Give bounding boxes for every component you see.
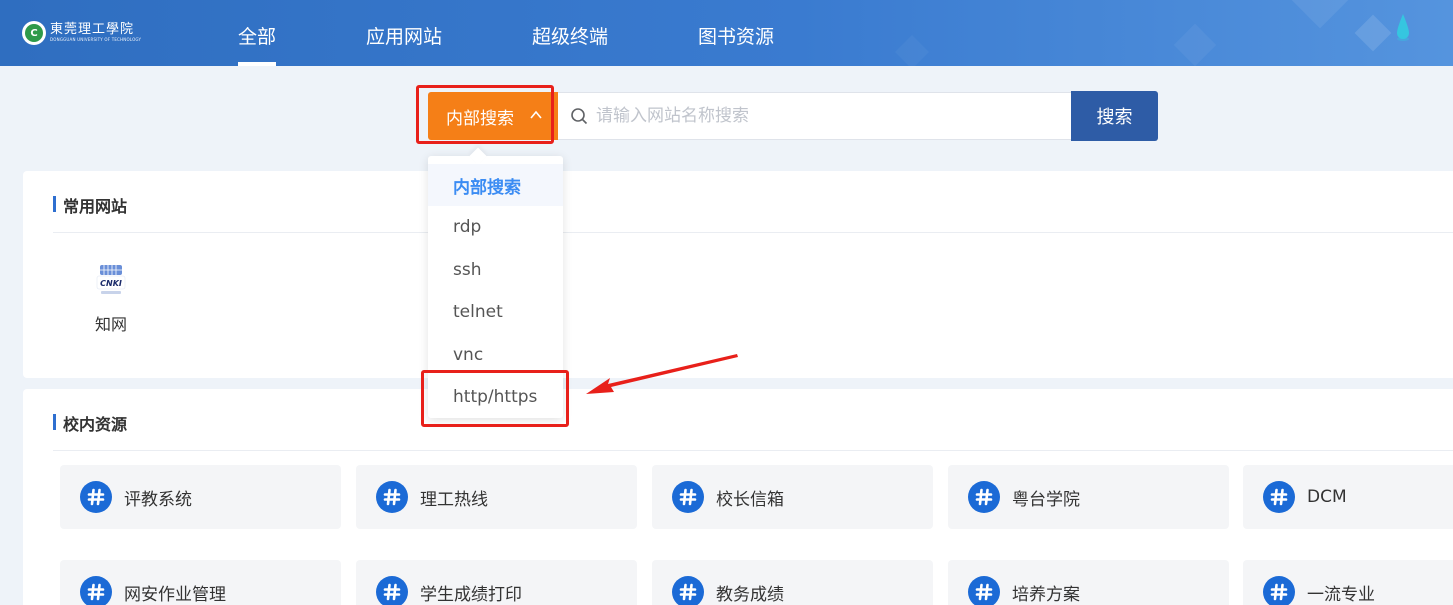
menu-item-http-https[interactable]: http/https bbox=[428, 376, 563, 418]
chevron-up-icon bbox=[530, 110, 542, 119]
top-header: C 東莞理工學院 DONGGUAN UNIVERSITY OF TECHNOLO… bbox=[0, 0, 1453, 66]
menu-item-internal-search[interactable]: 内部搜索 bbox=[428, 164, 563, 206]
hash-icon bbox=[968, 481, 1000, 513]
hash-icon bbox=[672, 576, 704, 605]
common-sites-panel: 常用网站 CNKI 知网 bbox=[23, 171, 1453, 378]
hash-icon bbox=[376, 481, 408, 513]
section-divider bbox=[53, 232, 1453, 233]
search-button[interactable]: 搜索 bbox=[1071, 91, 1158, 141]
cnki-icon: CNKI bbox=[96, 265, 126, 294]
resource-card[interactable]: 学生成绩打印 bbox=[356, 560, 637, 605]
site-item-cnki[interactable]: CNKI 知网 bbox=[91, 263, 131, 335]
cnki-icon-text: CNKI bbox=[100, 279, 122, 288]
header-decoration bbox=[895, 35, 929, 66]
menu-item-ssh[interactable]: ssh bbox=[428, 249, 563, 291]
hash-icon bbox=[968, 576, 1000, 605]
resource-label: 理工热线 bbox=[420, 489, 488, 510]
nav-tab-library[interactable]: 图书资源 bbox=[698, 22, 774, 66]
search-type-menu: 内部搜索 rdp ssh telnet vnc http/https bbox=[428, 147, 563, 418]
resource-card[interactable]: 校长信箱 bbox=[652, 465, 933, 529]
menu-item-telnet[interactable]: telnet bbox=[428, 291, 563, 333]
header-decoration bbox=[1291, 0, 1349, 29]
hash-icon bbox=[1263, 481, 1295, 513]
menu-item-vnc[interactable]: vnc bbox=[428, 334, 563, 376]
logo-en-text: DONGGUAN UNIVERSITY OF TECHNOLOGY bbox=[50, 37, 142, 42]
resource-label: 网安作业管理 bbox=[124, 584, 226, 605]
resource-card[interactable]: 教务成绩 bbox=[652, 560, 933, 605]
university-logo[interactable]: C 東莞理工學院 DONGGUAN UNIVERSITY OF TECHNOLO… bbox=[22, 18, 141, 48]
search-type-label: 内部搜索 bbox=[446, 108, 514, 129]
dropdown-pointer bbox=[469, 147, 487, 165]
search-box bbox=[558, 92, 1072, 140]
hash-icon bbox=[1263, 576, 1295, 605]
resource-card[interactable]: DCM bbox=[1243, 465, 1453, 529]
search-type-dropdown[interactable]: 内部搜索 bbox=[428, 92, 558, 140]
nav-tab-apps[interactable]: 应用网站 bbox=[366, 22, 442, 66]
hash-icon bbox=[80, 576, 112, 605]
nav-tab-all[interactable]: 全部 bbox=[238, 22, 277, 66]
site-label: 知网 bbox=[94, 315, 127, 334]
resource-label: DCM bbox=[1307, 487, 1347, 507]
resource-label: 粤台学院 bbox=[1012, 489, 1080, 510]
logo-cn-text: 東莞理工學院 bbox=[50, 22, 135, 37]
search-input[interactable] bbox=[596, 101, 1056, 131]
hash-icon bbox=[376, 576, 408, 605]
resource-card[interactable]: 一流专业 bbox=[1243, 560, 1453, 605]
resource-label: 教务成绩 bbox=[716, 584, 784, 605]
resource-card[interactable]: 理工热线 bbox=[356, 465, 637, 529]
resource-card[interactable]: 培养方案 bbox=[948, 560, 1229, 605]
resource-label: 学生成绩打印 bbox=[420, 584, 522, 605]
search-icon bbox=[571, 108, 588, 125]
water-drop-icon bbox=[1397, 14, 1409, 41]
hash-icon bbox=[672, 481, 704, 513]
resource-label: 一流专业 bbox=[1307, 584, 1375, 605]
university-emblem-icon: C bbox=[22, 21, 46, 45]
section-title-common-sites: 常用网站 bbox=[53, 193, 127, 217]
header-decoration bbox=[1173, 23, 1217, 66]
campus-resources-panel: 校内资源 评教系统 理工热线 校长信箱 粤台学院 DCM 网安作业管理 学生成绩… bbox=[23, 389, 1453, 605]
menu-item-rdp[interactable]: rdp bbox=[428, 206, 563, 248]
hash-icon bbox=[80, 481, 112, 513]
resource-label: 评教系统 bbox=[124, 489, 192, 510]
section-title-campus-resources: 校内资源 bbox=[53, 411, 127, 435]
section-divider bbox=[53, 450, 1453, 451]
resource-card[interactable]: 评教系统 bbox=[60, 465, 341, 529]
header-decoration bbox=[1354, 14, 1392, 52]
nav-tab-terminal[interactable]: 超级终端 bbox=[532, 22, 608, 66]
resource-card[interactable]: 网安作业管理 bbox=[60, 560, 341, 605]
resource-label: 校长信箱 bbox=[716, 489, 784, 510]
resource-label: 培养方案 bbox=[1012, 584, 1080, 605]
resource-card[interactable]: 粤台学院 bbox=[948, 465, 1229, 529]
